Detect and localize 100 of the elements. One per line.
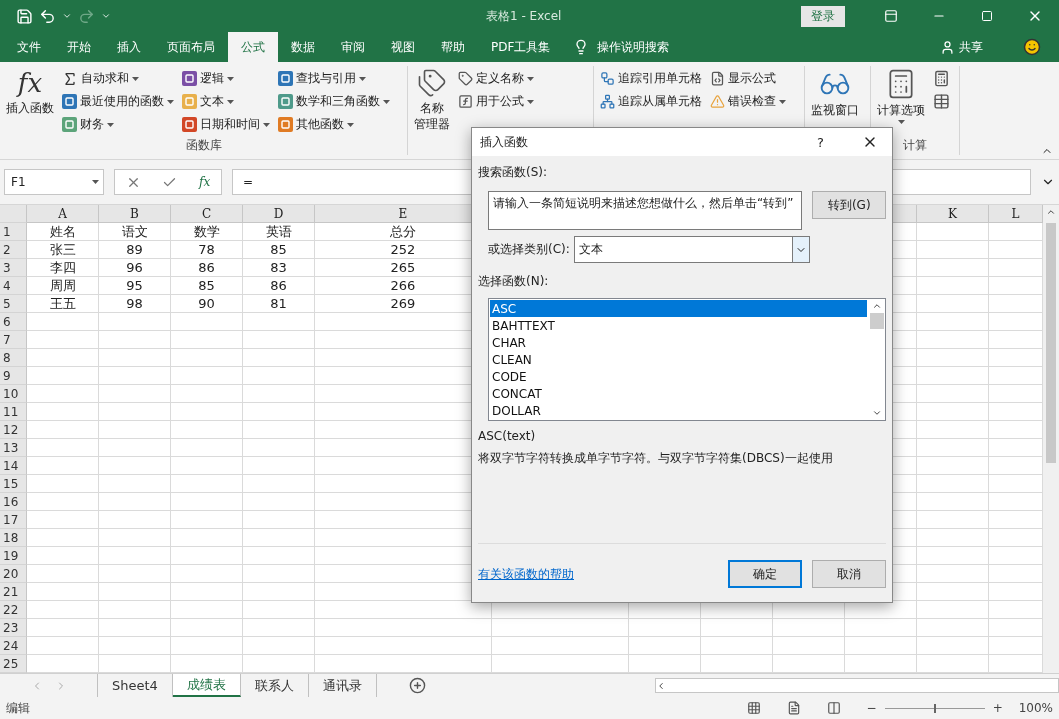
row-header[interactable]: 2 xyxy=(0,241,27,259)
row-header[interactable]: 19 xyxy=(0,547,27,565)
row-header[interactable]: 10 xyxy=(0,385,27,403)
help-link[interactable]: 有关该函数的帮助 xyxy=(478,565,574,583)
list-item[interactable]: CODE xyxy=(490,368,867,385)
row-header[interactable]: 13 xyxy=(0,439,27,457)
maximize-icon[interactable] xyxy=(981,10,993,22)
share-button[interactable]: 共享 xyxy=(959,38,983,56)
ribbon-tab[interactable]: 公式 xyxy=(228,32,278,62)
ribbon-button[interactable]: 文本 xyxy=(180,91,272,112)
list-item[interactable]: BAHTTEXT xyxy=(490,317,867,334)
page-layout-icon[interactable] xyxy=(786,701,801,715)
help-button[interactable]: ? xyxy=(817,134,824,150)
ribbon-button[interactable]: 计算选项 xyxy=(875,66,927,137)
ribbon-tab[interactable]: 数据 xyxy=(278,32,328,62)
save-icon[interactable] xyxy=(16,7,33,25)
ribbon-button[interactable]: 名称 管理器 xyxy=(412,66,452,137)
row-header[interactable]: 8 xyxy=(0,349,27,367)
sheet-tab[interactable]: 成绩表 xyxy=(172,674,241,697)
caret-icon[interactable] xyxy=(62,11,72,21)
row-header[interactable]: 1 xyxy=(0,223,27,241)
row-header[interactable]: 21 xyxy=(0,583,27,601)
name-box[interactable]: F1 xyxy=(4,169,104,195)
tell-me-search[interactable]: 操作说明搜索 xyxy=(597,38,670,56)
row-header[interactable]: 12 xyxy=(0,421,27,439)
search-field[interactable]: 请输入一条简短说明来描述您想做什么，然后单击“转到” xyxy=(488,191,803,230)
scroll-down-icon[interactable] xyxy=(871,408,882,418)
vertical-scrollbar[interactable] xyxy=(1043,205,1059,673)
ribbon-button[interactable]: 查找与引用 xyxy=(276,68,392,89)
row-header[interactable]: 23 xyxy=(0,619,27,637)
ribbon-button[interactable]: 其他函数 xyxy=(276,114,392,135)
column-header[interactable]: L xyxy=(989,205,1043,223)
column-header[interactable]: C xyxy=(171,205,243,223)
row-header[interactable]: 5 xyxy=(0,295,27,313)
horizontal-scrollbar[interactable] xyxy=(655,678,1059,693)
scroll-up-icon[interactable] xyxy=(871,301,882,311)
row-header[interactable]: 15 xyxy=(0,475,27,493)
column-header[interactable]: D xyxy=(243,205,315,223)
row-header[interactable]: 20 xyxy=(0,565,27,583)
list-item[interactable]: DOLLAR xyxy=(490,402,867,419)
row-header[interactable]: 16 xyxy=(0,493,27,511)
ribbon-button[interactable]: 财务 xyxy=(60,114,176,135)
ribbon-button[interactable]: 监视窗口 xyxy=(809,66,861,137)
ribbon-button[interactable]: 错误检查 xyxy=(708,91,788,112)
ribbon-button[interactable]: 日期和时间 xyxy=(180,114,272,135)
ribbon-button[interactable]: 追踪从属单元格 xyxy=(598,91,704,112)
ribbon-display-icon[interactable] xyxy=(884,9,898,23)
scroll-up-icon[interactable] xyxy=(1046,207,1056,217)
ribbon-button[interactable]: 定义名称 xyxy=(456,68,536,89)
category-select[interactable]: 文本 xyxy=(573,236,810,263)
row-header[interactable]: 6 xyxy=(0,313,27,331)
ribbon-tab[interactable]: 文件 xyxy=(4,32,54,62)
list-item[interactable]: CONCAT xyxy=(490,385,867,402)
ribbon-button[interactable]: fx 插入函数 xyxy=(4,66,56,137)
ribbon-tab[interactable]: 开始 xyxy=(54,32,104,62)
ribbon-button[interactable]: 最近使用的函数 xyxy=(60,91,176,112)
zoom-out-button[interactable]: − xyxy=(866,701,877,715)
insert-function-button[interactable]: fx xyxy=(199,175,211,189)
ribbon-button[interactable]: 显示公式 xyxy=(708,68,788,89)
normal-view-icon[interactable] xyxy=(746,701,761,715)
ribbon-button[interactable]: 追踪引用单元格 xyxy=(598,68,704,89)
ribbon-tab[interactable]: PDF工具集 xyxy=(478,32,564,62)
column-header[interactable]: A xyxy=(27,205,99,223)
list-item[interactable]: CHAR xyxy=(490,334,867,351)
page-break-icon[interactable] xyxy=(826,701,841,715)
column-header[interactable]: B xyxy=(99,205,171,223)
row-header[interactable]: 22 xyxy=(0,601,27,619)
ribbon-button[interactable]: 数学和三角函数 xyxy=(276,91,392,112)
ribbon-button[interactable] xyxy=(931,91,952,112)
customize-icon[interactable] xyxy=(101,11,111,21)
ribbon-tab[interactable]: 页面布局 xyxy=(154,32,228,62)
row-header[interactable]: 24 xyxy=(0,637,27,655)
row-header[interactable]: 3 xyxy=(0,259,27,277)
sign-in-button[interactable]: 登录 xyxy=(801,5,845,27)
ok-button[interactable]: 确定 xyxy=(728,560,802,588)
scroll-thumb[interactable] xyxy=(1046,223,1056,463)
cancel-button[interactable]: 取消 xyxy=(812,560,886,588)
row-header[interactable]: 4 xyxy=(0,277,27,295)
list-item[interactable]: ASC xyxy=(490,300,867,317)
smiley-icon[interactable] xyxy=(1023,38,1041,56)
ribbon-tab[interactable]: 插入 xyxy=(104,32,154,62)
undo-icon[interactable] xyxy=(39,7,56,25)
ribbon-tab[interactable]: 视图 xyxy=(378,32,428,62)
ribbon-button[interactable]: 自动求和 xyxy=(60,68,176,89)
go-button[interactable]: 转到(G) xyxy=(812,191,886,219)
row-header[interactable]: 25 xyxy=(0,655,27,673)
row-header[interactable]: 9 xyxy=(0,367,27,385)
person-icon[interactable] xyxy=(940,39,955,55)
scroll-left-icon[interactable] xyxy=(656,680,666,691)
row-header[interactable]: 17 xyxy=(0,511,27,529)
column-header[interactable]: K xyxy=(917,205,989,223)
row-header[interactable]: 11 xyxy=(0,403,27,421)
ribbon-button[interactable]: 逻辑 xyxy=(180,68,272,89)
row-header[interactable]: 14 xyxy=(0,457,27,475)
ribbon-button[interactable]: 用于公式 xyxy=(456,91,536,112)
scroll-thumb[interactable] xyxy=(869,313,884,329)
list-item[interactable]: CLEAN xyxy=(490,351,867,368)
row-header[interactable]: 7 xyxy=(0,331,27,349)
add-sheet-icon[interactable] xyxy=(408,677,426,694)
ribbon-tab[interactable]: 帮助 xyxy=(428,32,478,62)
